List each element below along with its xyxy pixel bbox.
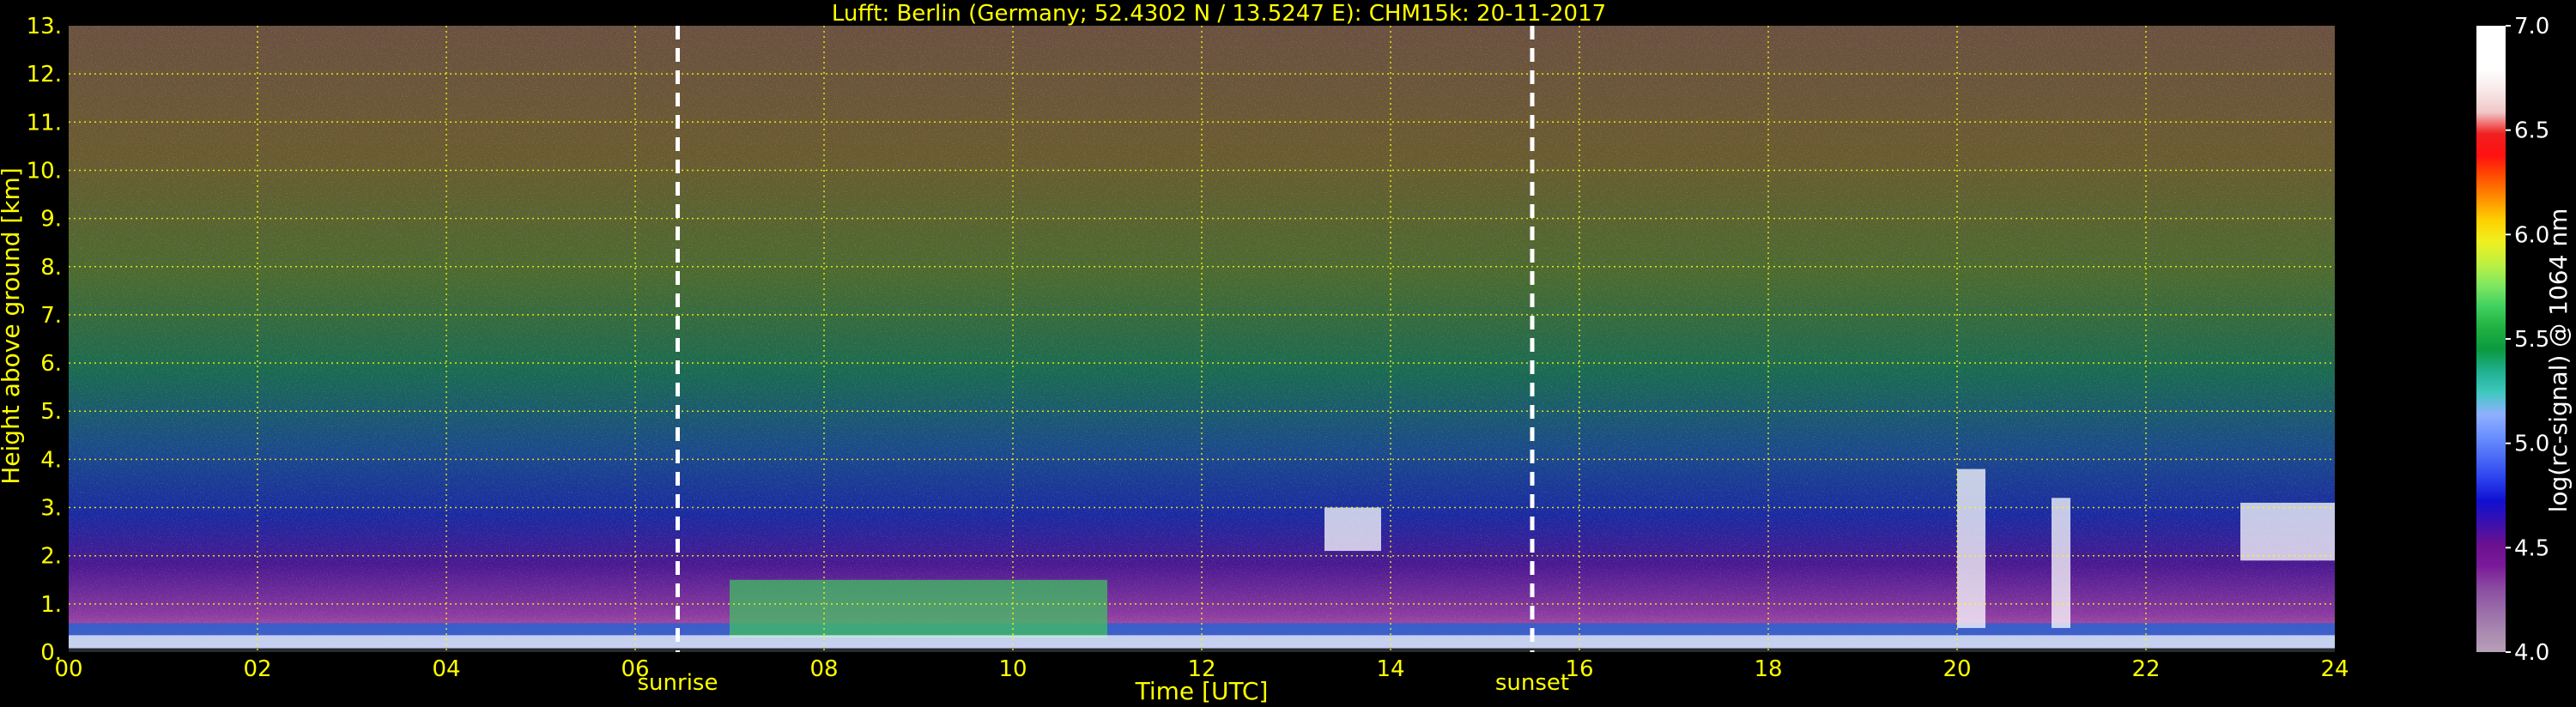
y-axis-ticks: 0.1.2.3.4.5.6.7.8.9.10.11.12.13. <box>27 14 62 666</box>
x-tick-label: 10 <box>998 656 1027 682</box>
colorbar-label: log(rc-signal) @ 1064 nm <box>2544 208 2573 513</box>
layer-band <box>730 579 1107 638</box>
colorbar-tick-label: 4.0 <box>2514 640 2549 666</box>
y-tick-label: 4. <box>40 447 62 473</box>
event-label: sunrise <box>638 670 718 696</box>
colorbar-tick-label: 4.5 <box>2514 535 2549 561</box>
clouds-layer <box>1957 468 1985 628</box>
clouds-layer <box>2240 502 2335 561</box>
x-tick-label: 22 <box>2131 656 2160 682</box>
ceilometer-chart: 0.1.2.3.4.5.6.7.8.9.10.11.12.13. 00 02 04 0… <box>0 1 2573 705</box>
y-tick-label: 10. <box>27 158 62 184</box>
clouds-layer <box>1324 507 1381 552</box>
colorbar-tick-label: 6.5 <box>2514 118 2549 144</box>
clouds-layer <box>2052 498 2070 628</box>
colorbar-tick-label: 7.0 <box>2514 14 2549 39</box>
y-tick-label: 2. <box>40 544 62 570</box>
colorbar-scale <box>2476 26 2506 652</box>
y-tick-label: 12. <box>27 62 62 88</box>
y-tick-label: 9. <box>40 207 62 233</box>
colorbar: 4.04.55.05.56.06.57.0 log(rc-signal) @ 1… <box>2476 14 2573 666</box>
y-tick-label: 3. <box>40 496 62 522</box>
y-tick-label: 7. <box>40 303 62 329</box>
x-tick-label: 16 <box>1565 656 1593 682</box>
y-tick-label: 5. <box>40 399 62 425</box>
y-tick-label: 13. <box>27 14 62 39</box>
x-tick-label: 04 <box>432 656 460 682</box>
chart-title: Lufft: Berlin (Germany; 52.4302 N / 13.5… <box>832 1 1606 27</box>
y-tick-label: 8. <box>40 255 62 281</box>
x-tick-label: 24 <box>2320 656 2349 682</box>
plot-area <box>69 26 2335 652</box>
colorbar-ticks: 4.04.55.05.56.06.57.0 <box>2506 14 2549 666</box>
x-tick-label: 00 <box>54 656 82 682</box>
x-tick-label: 08 <box>809 656 838 682</box>
x-axis-label: Time [UTC] <box>1135 677 1269 705</box>
x-tick-label: 14 <box>1376 656 1404 682</box>
y-tick-label: 6. <box>40 351 62 377</box>
y-tick-label: 11. <box>27 110 62 136</box>
y-axis-label: Height above ground [km] <box>0 167 25 485</box>
event-label: sunset <box>1495 670 1569 696</box>
x-tick-label: 20 <box>1943 656 1971 682</box>
x-tick-label: 18 <box>1754 656 1782 682</box>
y-tick-label: 1. <box>40 592 62 618</box>
x-tick-label: 02 <box>243 656 271 682</box>
